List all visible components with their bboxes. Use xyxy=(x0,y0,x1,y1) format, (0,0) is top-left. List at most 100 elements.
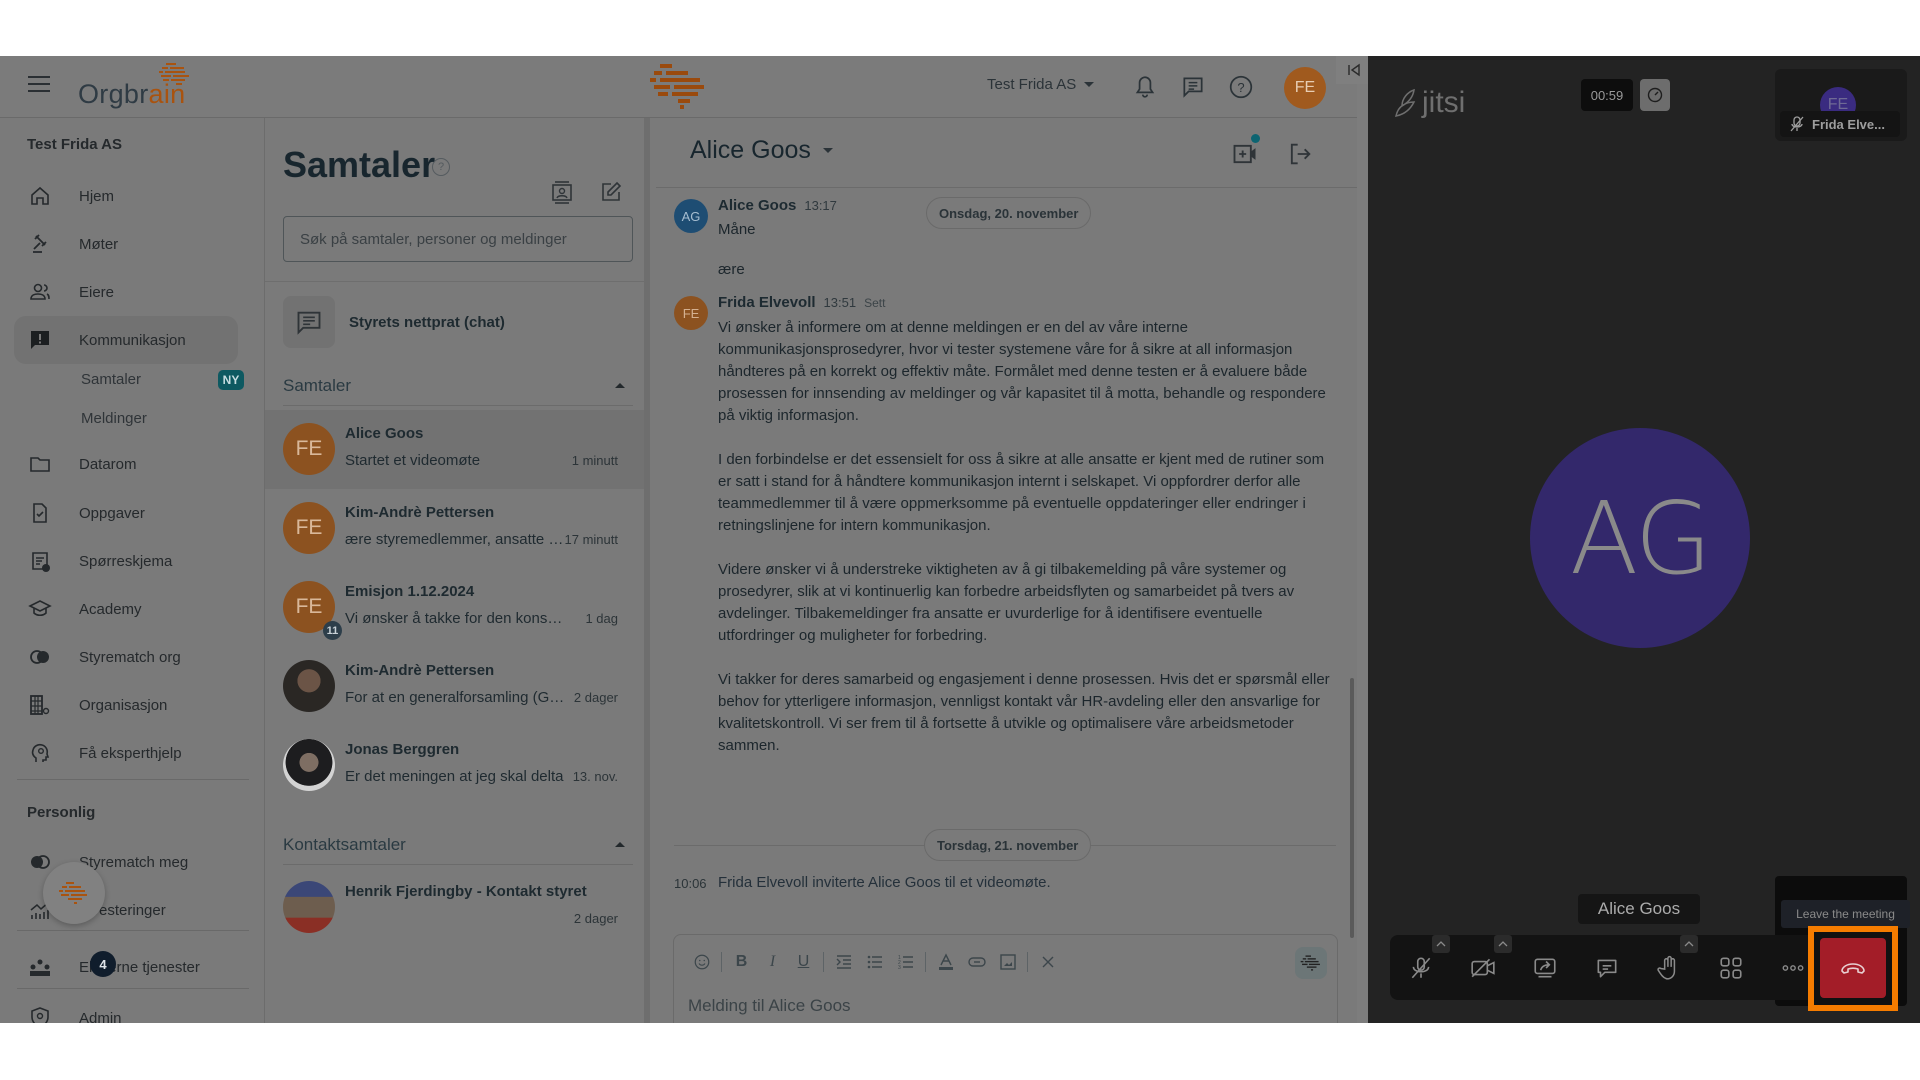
raise-hand-button[interactable] xyxy=(1650,949,1688,987)
assistant-fab[interactable] xyxy=(43,862,105,924)
contact-conversations-group-header[interactable]: Kontaktsamtaler xyxy=(283,825,633,865)
message-list[interactable]: AG Alice Goos 13:17 Onsdag, 20. november … xyxy=(656,189,1357,879)
conversation-row[interactable]: FE Alice Goos Startet et videomøte 1 min… xyxy=(265,410,644,489)
tile-view-button[interactable] xyxy=(1712,949,1750,987)
italic-icon[interactable]: I xyxy=(757,949,788,975)
sidebar-item-kommunikasjon[interactable]: Kommunikasjon xyxy=(14,316,238,364)
scrollbar[interactable] xyxy=(1350,678,1354,938)
video-call-button[interactable] xyxy=(1231,134,1260,168)
conversation-time: 2 dager xyxy=(573,690,618,705)
sidebar-item-eksterne-tjenester[interactable]: Eksterne tjenester xyxy=(14,943,238,991)
reactions-caret[interactable] xyxy=(1680,935,1698,953)
sidebar: Test Frida AS Hjem Møter Eiere Kommunika… xyxy=(0,118,265,1023)
exit-icon xyxy=(1290,143,1311,165)
bell-icon[interactable] xyxy=(1132,74,1158,100)
sidebar-item-hjem[interactable]: Hjem xyxy=(14,172,238,220)
message-paragraph: Vi takker for deres samarbeid og engasje… xyxy=(718,671,1330,754)
avatar: FE xyxy=(283,502,335,554)
microphone-options-caret[interactable] xyxy=(1432,935,1450,953)
conversation-name: Henrik Fjerdingby - Kontakt styret xyxy=(345,883,587,900)
camera-options-caret[interactable] xyxy=(1494,935,1512,953)
sidebar-item-academy[interactable]: Academy xyxy=(14,585,238,633)
sidebar-item-sporreskjema[interactable]: Spørreskjema xyxy=(14,537,238,585)
sidebar-subitem-meldinger[interactable]: Meldinger xyxy=(81,410,147,427)
microphone-button[interactable] xyxy=(1402,949,1440,987)
divider xyxy=(265,281,644,282)
org-selector[interactable]: Test Frida AS xyxy=(987,76,1095,93)
contact-conversation-row[interactable]: Henrik Fjerdingby - Kontakt styret 2 dag… xyxy=(265,868,644,947)
jitsi-resize-handle[interactable] xyxy=(1357,84,1368,1023)
link-icon[interactable] xyxy=(961,949,992,975)
conversation-row[interactable]: Jonas Berggren Er det meningen at jeg sk… xyxy=(265,726,644,805)
sidebar-item-eiere[interactable]: Eiere xyxy=(14,268,238,316)
conversation-time: 1 minutt xyxy=(571,453,618,468)
send-button[interactable] xyxy=(1299,1018,1329,1023)
personal-section-title: Personlig xyxy=(27,804,96,821)
center-brain-icon xyxy=(650,64,704,109)
conversation-preview: Er det meningen at jeg skal delta xyxy=(345,768,564,785)
sidebar-item-datarom[interactable]: Datarom xyxy=(14,440,238,488)
jitsi-leaf-icon xyxy=(1395,88,1416,117)
help-icon[interactable]: ? xyxy=(432,158,450,176)
sidebar-item-eksperthjelp[interactable]: Få eksperthjelp xyxy=(14,729,238,777)
leave-meeting-button[interactable] xyxy=(1820,938,1886,998)
org-selector-label: Test Frida AS xyxy=(987,76,1077,93)
brain-icon xyxy=(59,882,87,904)
image-icon[interactable] xyxy=(992,949,1023,975)
author-name: Alice Goos xyxy=(718,197,797,214)
board-chat-room[interactable]: Styrets nettprat (chat) xyxy=(283,296,633,348)
sidebar-item-label: Styrematch meg xyxy=(79,853,189,871)
conversation-row[interactable]: FE Kim-Andrè Pettersen ære styremedlemme… xyxy=(265,489,644,568)
numbered-list-icon[interactable]: 123 xyxy=(890,949,921,975)
message-input[interactable] xyxy=(688,991,1288,1021)
user-avatar[interactable]: FE xyxy=(1284,67,1326,109)
participant-thumbnail[interactable]: FE Frida Elve... xyxy=(1775,69,1907,141)
sidebar-item-label: Få eksperthjelp xyxy=(79,744,182,762)
sidebar-item-styrematch-org[interactable]: Styrematch org xyxy=(14,633,238,681)
conversation-row[interactable]: FE 11 Emisjon 1.12.2024 Vi ønsker å takk… xyxy=(265,568,644,647)
chat-button[interactable] xyxy=(1588,949,1626,987)
hangup-icon xyxy=(1841,963,1865,974)
orgbrain-logo[interactable]: Orgbrain xyxy=(78,63,189,110)
bullet-list-icon[interactable] xyxy=(859,949,890,975)
message-body: Vi ønsker å informere om at denne meldin… xyxy=(718,317,1338,779)
sidebar-item-label: Spørreskjema xyxy=(79,552,173,570)
conversation-name: Jonas Berggren xyxy=(345,741,460,758)
camera-button[interactable] xyxy=(1464,949,1502,987)
connection-quality-button[interactable] xyxy=(1640,79,1670,111)
more-icon xyxy=(1782,965,1804,971)
text-color-icon[interactable] xyxy=(930,949,961,975)
ai-assistant-button[interactable] xyxy=(1295,947,1327,979)
contact-card-icon[interactable] xyxy=(550,180,574,204)
chat-icon[interactable] xyxy=(1180,74,1206,100)
more-options-button[interactable] xyxy=(1774,949,1812,987)
search-input[interactable] xyxy=(283,216,633,262)
conversations-group-header[interactable]: Samtaler xyxy=(283,366,633,406)
date-separator: Torsdag, 21. november xyxy=(924,829,1092,861)
hamburger-icon[interactable] xyxy=(28,76,50,94)
conversation-row[interactable]: Kim-Andrè Pettersen For at en generalfor… xyxy=(265,647,644,726)
underline-icon[interactable]: U xyxy=(788,949,819,975)
message-author: Alice Goos 13:17 xyxy=(718,197,837,214)
avatar: AG xyxy=(674,199,708,233)
compose-icon[interactable] xyxy=(599,180,623,204)
sidebar-item-organisasjon[interactable]: Organisasjon xyxy=(14,681,238,729)
chat-title-dropdown[interactable]: Alice Goos xyxy=(690,136,833,165)
avatar: FE xyxy=(674,296,708,330)
clear-format-icon[interactable] xyxy=(1032,949,1063,975)
leave-conversation-button[interactable] xyxy=(1286,140,1314,168)
indent-icon[interactable] xyxy=(828,949,859,975)
sidebar-item-label: Academy xyxy=(79,600,142,618)
screenshare-button[interactable] xyxy=(1526,949,1564,987)
collapse-left-icon[interactable] xyxy=(1347,63,1361,77)
home-icon xyxy=(31,186,49,205)
bold-icon[interactable]: B xyxy=(726,949,757,975)
sidebar-divider xyxy=(17,930,249,931)
sidebar-item-moter[interactable]: Møter xyxy=(14,220,238,268)
help-icon[interactable]: ? xyxy=(1228,74,1254,100)
sidebar-subitem-samtaler[interactable]: Samtaler xyxy=(81,371,141,388)
sidebar-item-oppgaver[interactable]: Oppgaver xyxy=(14,489,238,537)
conversation-name: Kim-Andrè Pettersen xyxy=(345,504,495,521)
sidebar-item-admin[interactable]: Admin xyxy=(14,994,238,1023)
emoji-icon[interactable] xyxy=(686,949,717,975)
